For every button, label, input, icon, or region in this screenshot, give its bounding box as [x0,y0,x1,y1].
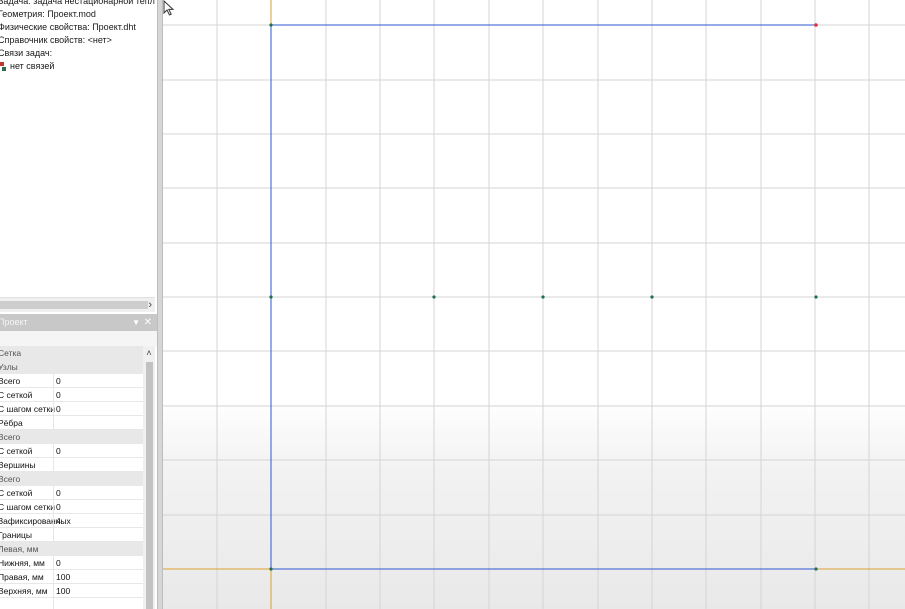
property-value: 0 [56,558,61,568]
property-name: Границы [0,530,32,540]
geometry-vertex[interactable] [432,295,436,299]
property-name: Вершины [0,460,36,470]
geometry-vertex-selected[interactable] [814,23,818,27]
property-name: Нижняя, мм [0,558,45,568]
properties-toolbar [0,331,157,346]
link-icon [0,62,6,72]
property-name: Рёбра [0,418,23,428]
geometry-canvas[interactable] [163,0,905,609]
property-row[interactable]: С сеткой 0 [0,486,143,500]
close-icon[interactable]: ✕ [144,314,152,331]
scroll-up-icon[interactable]: ˄ [143,346,155,360]
geometry-vertex[interactable] [650,295,654,299]
tree-horizontal-scrollbar[interactable]: › [0,297,155,312]
geometry-vertex[interactable] [269,23,273,27]
property-row[interactable]: Правая, мм 100 [0,570,143,584]
tree-item-reference[interactable]: Справочник свойств: <нет> [0,34,112,47]
property-row[interactable]: С шагом сетки 0 [0,500,143,514]
property-name: С сеткой [0,488,33,498]
scrollbar-thumb[interactable] [146,362,153,609]
property-row[interactable]: Зафиксированных 4 [0,514,143,528]
property-row[interactable]: Границы [0,528,143,542]
property-row[interactable]: С сеткой 0 [0,444,143,458]
property-grid-vertical-scrollbar[interactable]: ˄ [143,346,155,609]
property-value: 0 [56,502,61,512]
property-row[interactable]: Верхняя, мм 100 [0,584,143,598]
tree-item-geometry[interactable]: Геометрия: Проект.mod [0,8,96,21]
property-category-label: Всего [0,432,21,442]
property-name: Верхняя, мм [0,586,48,596]
project-tree: Задача: задача нестационарной теплопер Г… [0,0,155,297]
property-category-label: Узлы [0,362,18,372]
property-category-label: Сетка [0,348,22,358]
property-category[interactable]: Левая, мм [0,542,143,556]
property-category[interactable]: Всего [0,472,143,486]
scroll-right-icon[interactable]: › [148,298,152,312]
property-row[interactable]: С шагом сетки 0 [0,402,143,416]
geometry-drawing[interactable] [163,0,905,609]
property-value: 0 [56,446,61,456]
geometry-vertex[interactable] [541,295,545,299]
geometry-vertex[interactable] [269,295,273,299]
tree-item-links[interactable]: Связи задач: [0,47,52,60]
property-row[interactable]: Нижняя, мм 0 [0,556,143,570]
property-row[interactable]: Вершины [0,458,143,472]
geometry-vertex[interactable] [814,295,818,299]
property-name: С шагом сетки [0,502,55,512]
property-category[interactable]: Узлы [0,360,143,374]
property-value: 0 [56,404,61,414]
tree-item-physics[interactable]: Физические свойства: Проект.dht [0,21,136,34]
tree-item-task[interactable]: Задача: задача нестационарной теплопер [0,0,155,8]
scrollbar-thumb[interactable] [0,301,148,309]
property-name: Всего [0,376,21,386]
property-row[interactable]: Рёбра [0,416,143,430]
mouse-pointer-icon [163,0,175,16]
properties-panel-header: Проект ▼ ✕ [0,314,157,331]
property-category-label: Левая, мм [0,544,39,554]
app-window: Задача: задача нестационарной теплопер Г… [0,0,905,609]
pin-dropdown-icon[interactable]: ▼ [132,314,140,331]
property-value: 100 [56,572,71,582]
property-name: С сеткой [0,446,33,456]
property-name: Правая, мм [0,572,44,582]
properties-panel-title: Проект [0,317,28,327]
left-panel: Задача: задача нестационарной теплопер Г… [0,0,157,609]
property-row[interactable]: С сеткой 0 [0,388,143,402]
property-value: 0 [56,376,61,386]
property-value: 4 [56,516,61,526]
property-value: 100 [56,586,71,596]
property-grid: Сетка Узлы Всего 0 С сеткой 0 С шагом сетк… [0,346,143,609]
geometry-vertex[interactable] [269,567,273,571]
geometry-vertex[interactable] [814,567,818,571]
property-value: 0 [56,488,61,498]
property-category[interactable]: Сетка [0,346,143,360]
property-row[interactable]: Всего 0 [0,374,143,388]
property-value: 0 [56,390,61,400]
property-category-label: Всего [0,474,21,484]
property-category[interactable]: Всего [0,430,143,444]
tree-item-no-links[interactable]: нет связей [10,60,54,73]
property-name: С сеткой [0,390,33,400]
property-name: С шагом сетки [0,404,55,414]
property-row[interactable] [0,598,143,609]
